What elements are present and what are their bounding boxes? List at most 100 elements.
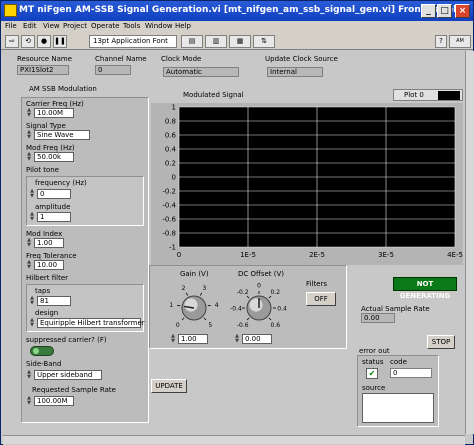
modulated-signal-graph[interactable]: 1 0.8 0.6 0.4 0.2 0 -0.2 -0.4 -0.6 -0.8 -1 0 1E-5 2E… — [151, 103, 463, 265]
y-tick-label: 0.8 — [165, 118, 176, 126]
minimize-button[interactable]: _ — [421, 4, 436, 18]
resize-objects-icon[interactable]: ▦ — [229, 35, 251, 48]
y-tick-label: 0.4 — [165, 146, 177, 154]
gain-input[interactable]: 1.00 — [178, 334, 208, 344]
taps-spinner[interactable]: ▲ ▼ — [29, 296, 35, 306]
error-code-label: code — [390, 358, 407, 366]
requested-sample-rate-spinner[interactable]: ▲ ▼ — [26, 396, 32, 406]
y-tick-label: 1 — [172, 104, 176, 112]
x-tick-label: 1E-5 — [240, 251, 256, 259]
mod-freq-label: Mod Freq (Hz) — [26, 144, 75, 152]
knob-tick-label: 4 — [215, 302, 219, 309]
knob-tick-label: 0.2 — [270, 289, 280, 296]
stop-button[interactable]: STOP — [427, 335, 455, 349]
knob-tick-label: -0.6 — [237, 322, 249, 329]
side-band-spinner[interactable]: ▲ ▼ — [26, 370, 32, 380]
menu-file[interactable]: File — [5, 22, 17, 30]
filters-button[interactable]: OFF — [306, 292, 336, 306]
run-continuously-icon[interactable]: ⟲ — [21, 35, 35, 48]
close-button[interactable]: × — [455, 4, 470, 18]
actual-sample-rate-label: Actual Sample Rate — [361, 305, 430, 313]
requested-sample-rate-input[interactable]: 100.00M — [34, 396, 74, 406]
hilbert-filter-label: Hilbert filter — [26, 274, 69, 282]
knob-tick — [268, 317, 272, 321]
pilot-amplitude-spinner[interactable]: ▲ ▼ — [29, 212, 35, 222]
gain-knob[interactable]: 0 1 2 3 4 5 — [168, 280, 220, 332]
toolbar: ⇨ ⟲ ● ❚❚ 13pt Application Font ▤ ▥ ▦ ⇅ ?… — [1, 33, 473, 50]
title-bar[interactable]: MT niFgen AM-SSB Signal Generation.vi [m… — [1, 1, 473, 21]
y-tick-label: -0.6 — [162, 216, 176, 224]
carrier-freq-input[interactable]: 10.00M — [34, 108, 74, 118]
side-band-select[interactable]: Upper sideband — [34, 370, 102, 380]
taps-input[interactable]: 81 — [37, 296, 71, 306]
align-objects-icon[interactable]: ▤ — [181, 35, 203, 48]
freq-tolerance-input[interactable]: 10.00 — [34, 260, 64, 270]
font-selector[interactable]: 13pt Application Font — [89, 35, 177, 48]
knob-tick-label: 0.4 — [277, 306, 287, 313]
mod-index-input[interactable]: 1.00 — [34, 238, 64, 248]
maximize-button[interactable]: □ — [437, 4, 452, 18]
dc-offset-knob[interactable]: -0.6 -0.4 -0.2 0 0.2 0.4 0.6 — [230, 280, 288, 332]
freq-tolerance-spinner[interactable]: ▲ ▼ — [26, 260, 32, 270]
mod-index-spinner[interactable]: ▲ ▼ — [26, 238, 32, 248]
y-tick-label: -0.2 — [162, 188, 176, 196]
vertical-scrollbar[interactable] — [465, 51, 474, 434]
signal-type-select[interactable]: Sine Wave — [34, 130, 90, 140]
update-clock-label: Update Clock Source — [265, 55, 338, 63]
pilot-amplitude-input[interactable]: 1 — [37, 212, 71, 222]
requested-sample-rate-label: Requested Sample Rate — [32, 386, 116, 394]
error-code-indicator: 0 — [390, 368, 432, 378]
x-tick-label: 0 — [177, 251, 181, 259]
dc-offset-label: DC Offset (V) — [238, 270, 285, 278]
graph-title: Modulated Signal — [183, 91, 244, 99]
pilot-frequency-spinner[interactable]: ▲ ▼ — [29, 189, 35, 199]
horizontal-scrollbar[interactable] — [3, 435, 465, 444]
dc-offset-input[interactable]: 0.00 — [242, 334, 272, 344]
knob-highlight — [184, 298, 198, 312]
error-status-label: status — [362, 358, 384, 366]
pilot-frequency-input[interactable]: 0 — [37, 189, 71, 199]
menu-project[interactable]: Project — [63, 22, 87, 30]
not-generating-indicator: NOT GENERATING — [393, 277, 457, 300]
am-ssb-group-label: AM SSB Modulation — [29, 85, 97, 93]
design-select[interactable]: Equiripple Hilbert transformer — [37, 318, 145, 328]
mod-freq-spinner[interactable]: ▲ ▼ — [26, 152, 32, 162]
signal-type-spinner[interactable]: ▲ ▼ — [26, 130, 32, 140]
suppressed-carrier-toggle[interactable] — [30, 346, 54, 356]
design-spinner[interactable]: ▲ ▼ — [29, 318, 35, 328]
pause-icon[interactable]: ❚❚ — [53, 35, 67, 48]
mod-freq-input[interactable]: 50.00k — [34, 152, 74, 162]
mod-index-label: Mod Index — [26, 230, 63, 238]
help-icon[interactable]: ? — [435, 35, 447, 48]
gain-spinner[interactable]: ▲ ▼ — [170, 334, 176, 344]
reorder-icon[interactable]: ⇅ — [253, 35, 275, 48]
menu-window[interactable]: Window — [145, 22, 173, 30]
knob-tick-label: 0 — [257, 283, 261, 290]
menu-tools[interactable]: Tools — [123, 22, 140, 30]
distribute-objects-icon[interactable]: ▥ — [205, 35, 227, 48]
labview-front-panel-window: MT niFgen AM-SSB Signal Generation.vi [m… — [0, 0, 474, 445]
x-tick-label: 2E-5 — [309, 251, 325, 259]
menu-view[interactable]: View — [43, 22, 60, 30]
window-title: MT niFgen AM-SSB Signal Generation.vi [m… — [19, 5, 457, 15]
plot-legend[interactable]: Plot 0 — [393, 89, 463, 101]
carrier-freq-spinner[interactable]: ▲ ▼ — [26, 108, 32, 118]
actual-sample-rate-indicator: 0.00 — [361, 313, 395, 323]
update-button[interactable]: UPDATE — [151, 379, 187, 393]
y-tick-label: 0.6 — [165, 132, 177, 140]
labview-app-icon — [4, 4, 17, 17]
menu-edit[interactable]: Edit — [23, 22, 37, 30]
status-check-icon: ✔ — [366, 368, 378, 379]
menu-help[interactable]: Help — [175, 22, 191, 30]
abort-icon[interactable]: ● — [37, 35, 51, 48]
knob-tick — [203, 317, 207, 321]
freq-tolerance-label: Freq Tolerance — [26, 252, 77, 260]
dc-offset-spinner[interactable]: ▲ ▼ — [234, 334, 240, 344]
pilot-tone-cluster: frequency (Hz) ▲ ▼ 0 amplitude ▲ ▼ 1 — [26, 176, 144, 226]
design-label: design — [35, 309, 59, 317]
run-arrow-icon[interactable]: ⇨ — [5, 35, 19, 48]
knob-tick — [246, 295, 250, 299]
resource-name-label: Resource Name — [17, 55, 72, 63]
carrier-freq-label: Carrier Freq (Hz) — [26, 100, 84, 108]
menu-operate[interactable]: Operate — [91, 22, 119, 30]
